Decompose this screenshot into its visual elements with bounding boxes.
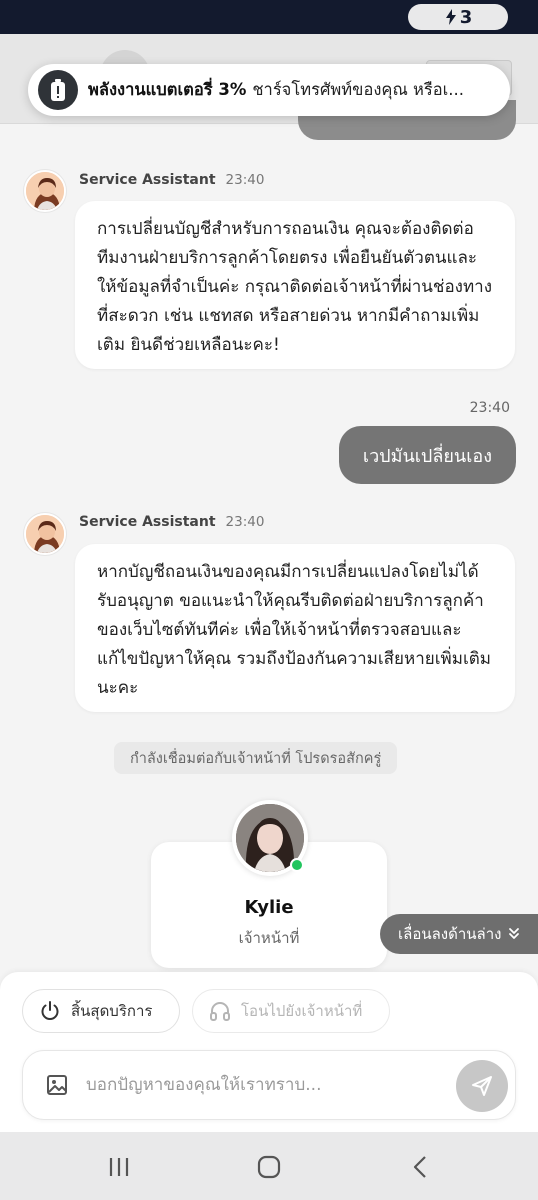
charging-bolt-icon xyxy=(445,9,456,25)
assistant-avatar xyxy=(24,513,66,555)
notification-title: พลังงานแบตเตอรี่ 3% xyxy=(88,80,247,99)
end-service-button[interactable]: สิ้นสุดบริการ xyxy=(22,989,180,1033)
back-button[interactable] xyxy=(406,1152,436,1182)
message-input[interactable] xyxy=(86,1070,446,1100)
back-icon xyxy=(413,1156,426,1178)
outgoing-message-bubble: เวปมันเปลี่ยนเอง xyxy=(338,426,516,484)
agent-avatar xyxy=(232,800,308,876)
send-icon xyxy=(472,1076,492,1096)
battery-indicator: 3 xyxy=(408,4,508,30)
message-time: 23:40 xyxy=(225,172,265,188)
assistant-avatar xyxy=(24,170,66,212)
recents-icon xyxy=(109,1158,129,1176)
message-header: Service Assistant 23:40 xyxy=(79,172,264,188)
headphones-icon xyxy=(210,1002,230,1021)
power-icon xyxy=(41,1001,59,1020)
home-icon xyxy=(257,1155,281,1179)
message-header: Service Assistant 23:40 xyxy=(79,514,264,530)
sender-name: Service Assistant xyxy=(79,514,216,530)
battery-level: 3 xyxy=(459,6,473,28)
battery-notification[interactable]: พลังงานแบตเตอรี่ 3% ชาร์จโทรศัพท์ของคุณ ห… xyxy=(28,64,510,116)
connecting-status-note: กำลังเชื่อมต่อกับเจ้าหน้าที่ โปรดรอสักคร… xyxy=(114,742,398,774)
home-button[interactable] xyxy=(254,1152,284,1182)
recents-button[interactable] xyxy=(104,1152,134,1182)
notification-text: พลังงานแบตเตอรี่ 3% ชาร์จโทรศัพท์ของคุณ ห… xyxy=(88,77,498,103)
scroll-to-bottom-button[interactable]: เลื่อนลงด้านล่าง xyxy=(380,914,538,954)
online-status-dot xyxy=(290,858,304,872)
agent-role: เจ้าหน้าที่ xyxy=(238,929,300,947)
transfer-to-agent-button[interactable]: โอนไปยังเจ้าหน้าที่ xyxy=(192,989,390,1033)
incoming-message-bubble: หากบัญชีถอนเงินของคุณมีการเปลี่ยนแปลงโดย… xyxy=(75,544,515,712)
battery-alert-icon xyxy=(38,70,78,110)
send-button[interactable] xyxy=(456,1060,508,1112)
notification-body: ชาร์จโทรศัพท์ของคุณ หรือเ... xyxy=(252,80,465,99)
incoming-message-bubble: การเปลี่ยนบัญชีสำหรับการถอนเงิน คุณจะต้อ… xyxy=(75,201,515,369)
transfer-to-agent-label: โอนไปยังเจ้าหน้าที่ xyxy=(241,1002,363,1020)
image-upload-button[interactable] xyxy=(44,1072,70,1098)
message-time: 23:40 xyxy=(225,514,265,530)
sender-name: Service Assistant xyxy=(79,172,216,188)
end-service-label: สิ้นสุดบริการ xyxy=(71,1002,153,1020)
message-time: 23:40 xyxy=(469,400,510,416)
scroll-to-bottom-label: เลื่อนลงด้านล่าง xyxy=(398,925,502,943)
status-bar: 3 xyxy=(0,0,538,34)
image-icon xyxy=(47,1075,67,1095)
agent-name: Kylie xyxy=(244,897,294,918)
double-chevron-down-icon xyxy=(509,928,520,939)
